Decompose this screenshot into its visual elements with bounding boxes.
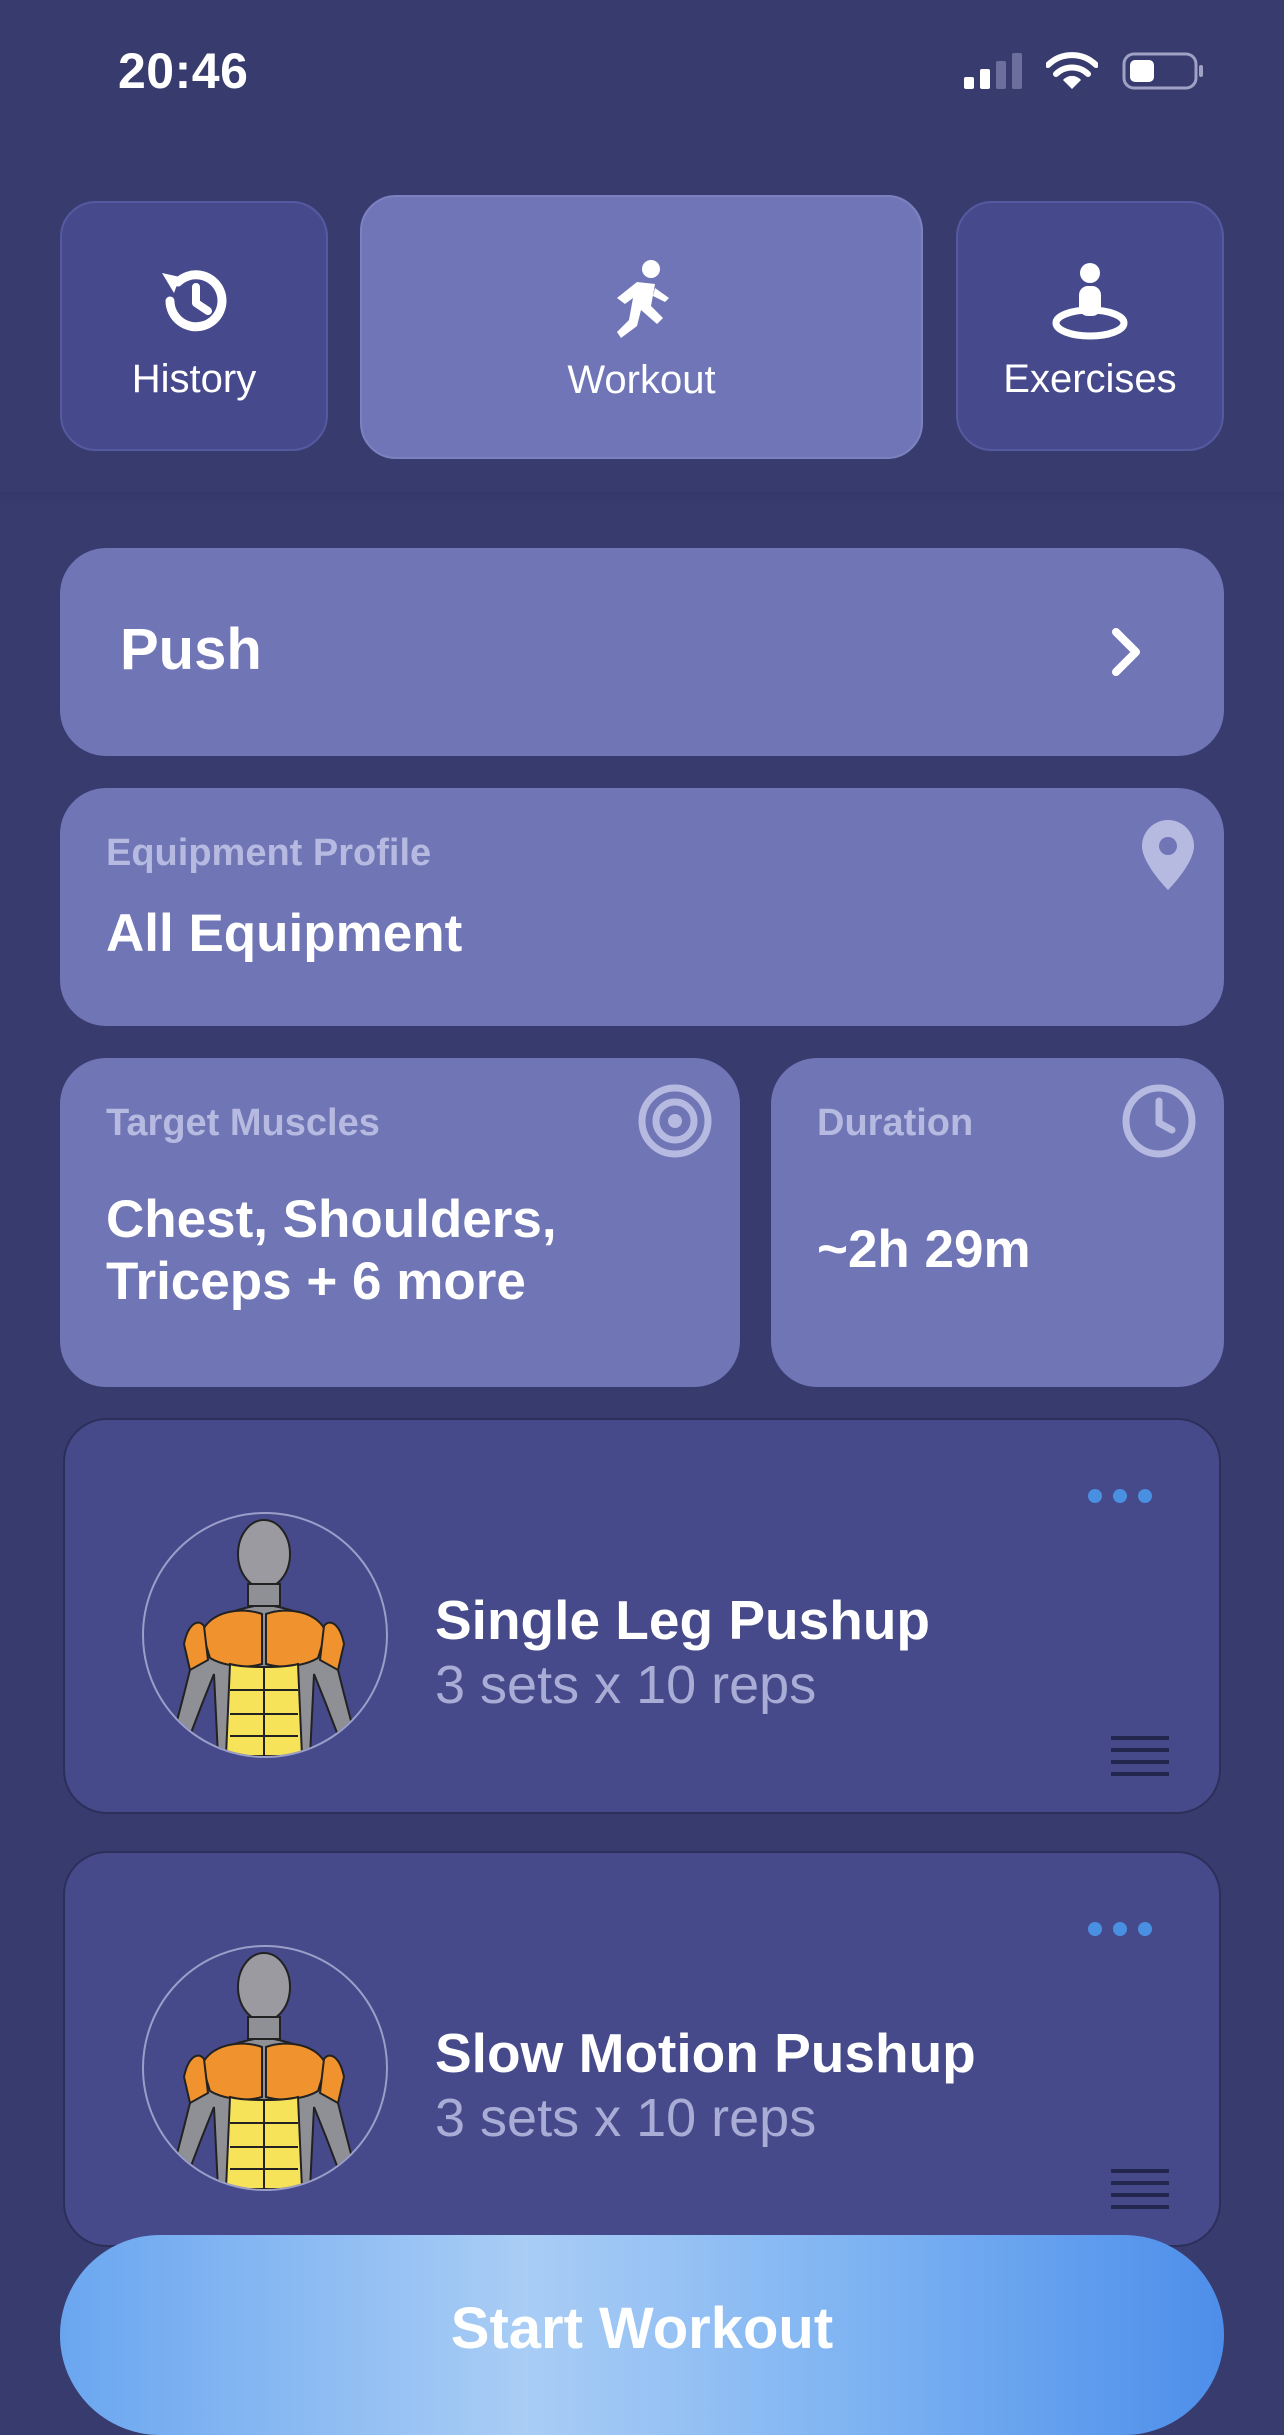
duration-caption: Duration (817, 1102, 974, 1144)
start-workout-label: Start Workout (450, 2296, 834, 2361)
drag-handle-icon[interactable] (1111, 2167, 1169, 2215)
target-muscles-card[interactable]: Target Muscles Chest, Shoulders, Triceps… (60, 1058, 740, 1387)
muscles-line-1: Chest, Shoulders, (106, 1190, 557, 1249)
exercise-card[interactable]: Single Leg Pushup 3 sets x 10 reps (63, 1418, 1221, 1814)
nav-exercises-label: Exercises (1003, 356, 1177, 401)
status-time: 20:46 (118, 43, 249, 99)
muscle-diagram-image (142, 1512, 388, 1758)
nav-workout-button[interactable]: Workout (360, 195, 923, 459)
nav-workout-label: Workout (567, 357, 716, 402)
nav-history-label: History (131, 356, 257, 401)
muscles-line-2: Triceps + 6 more (106, 1252, 526, 1311)
equipment-profile-card[interactable]: Equipment Profile All Equipment (60, 788, 1224, 1026)
exercise-sets: 3 sets x 10 reps (435, 1655, 817, 1715)
start-workout-button[interactable]: Start Workout (60, 2235, 1224, 2435)
equipment-value: All Equipment (106, 904, 463, 963)
more-options-icon[interactable] (1085, 1911, 1155, 1947)
muscle-diagram-image (142, 1945, 388, 2191)
chevron-right-icon (1112, 628, 1140, 676)
duration-value: ~2h 29m (817, 1220, 1031, 1279)
cellular-signal-icon (964, 53, 1022, 89)
duration-card[interactable]: Duration ~2h 29m (771, 1058, 1224, 1387)
workout-selector[interactable]: Push (60, 548, 1224, 756)
target-icon (638, 1084, 712, 1158)
running-person-icon (607, 252, 677, 342)
muscles-caption: Target Muscles (106, 1102, 380, 1144)
equipment-caption: Equipment Profile (106, 832, 432, 874)
exercise-name: Slow Motion Pushup (435, 2022, 976, 2084)
status-icons (964, 52, 1204, 90)
more-options-icon[interactable] (1085, 1478, 1155, 1514)
workout-name: Push (120, 617, 262, 682)
nav-divider (0, 492, 1284, 506)
top-navigation: History Workout Exercises (0, 195, 1284, 465)
exercise-name: Single Leg Pushup (435, 1589, 931, 1651)
battery-icon (1122, 52, 1203, 90)
clock-icon (1122, 1084, 1196, 1158)
nav-exercises-button[interactable]: Exercises (956, 201, 1224, 451)
drag-handle-icon[interactable] (1111, 1734, 1169, 1782)
exercise-sets: 3 sets x 10 reps (435, 2088, 817, 2148)
wifi-icon (1046, 52, 1098, 89)
nav-history-button[interactable]: History (60, 201, 328, 451)
location-pin-icon (1142, 820, 1194, 890)
status-bar: 20:46 (0, 0, 1284, 150)
exercise-person-icon (1050, 251, 1130, 341)
exercise-card[interactable]: Slow Motion Pushup 3 sets x 10 reps (63, 1851, 1221, 2247)
history-icon (154, 251, 234, 341)
